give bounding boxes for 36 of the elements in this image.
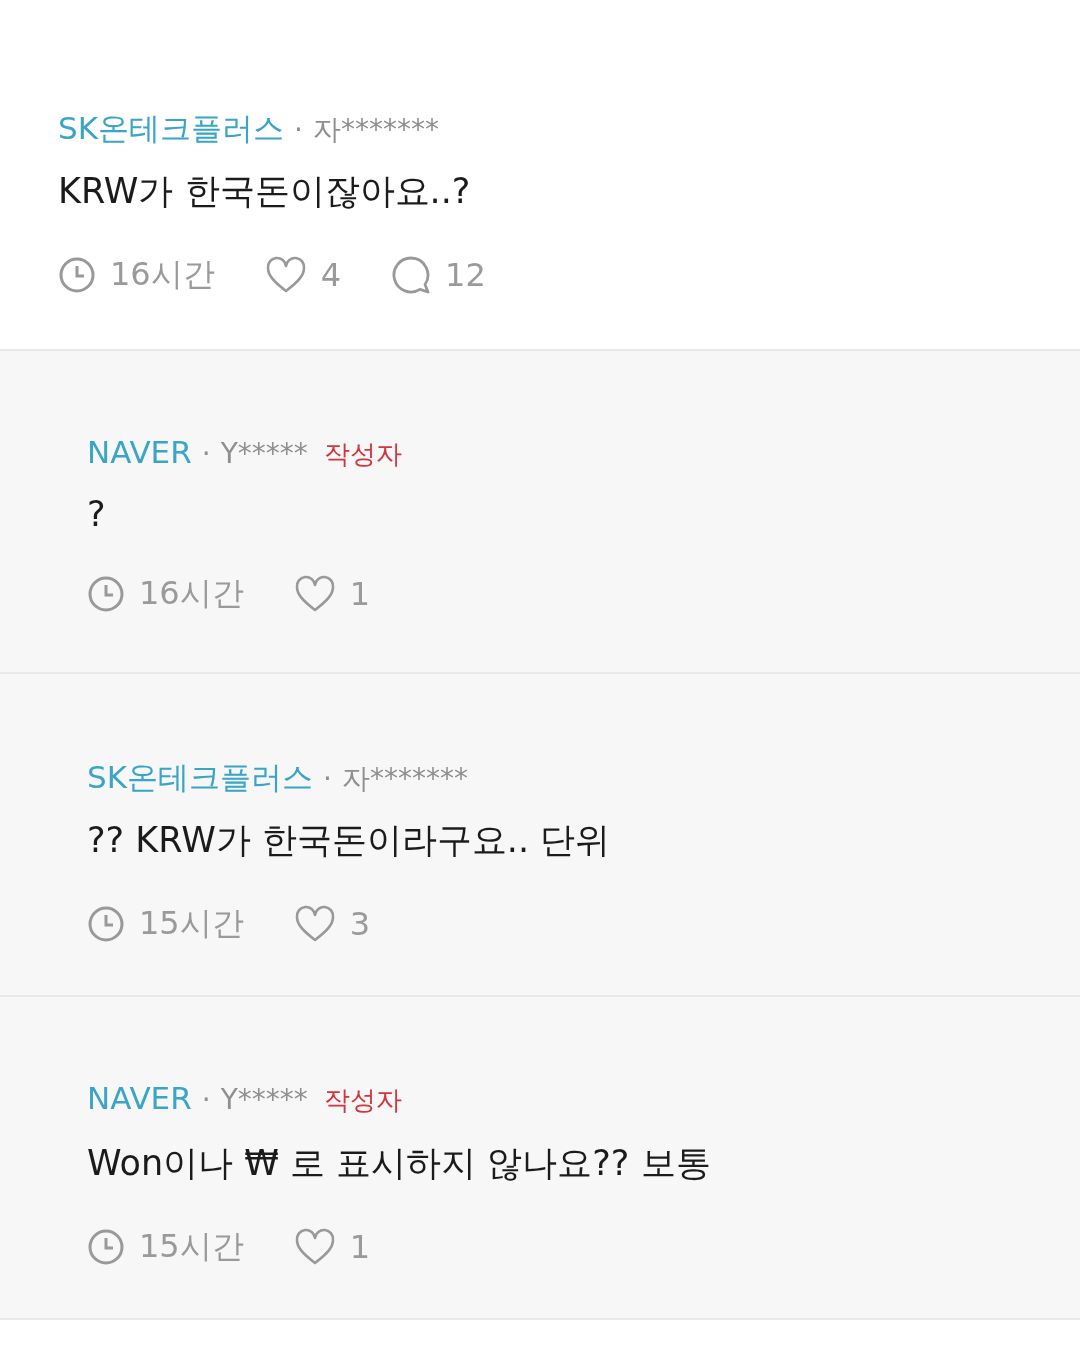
clock-icon [87,905,125,943]
user-name: Y***** [220,437,308,470]
user-name: 자******* [312,112,439,148]
heart-icon[interactable] [264,256,307,294]
comment-text: ?? KRW가 한국돈이라구요.. 단위 [87,819,612,862]
separator: · [294,113,303,146]
comment-text: Won이나 ₩ 로 표시하지 않나요?? 보통 [87,1142,712,1185]
like-count: 1 [349,575,371,613]
comment-text: ? [87,494,107,534]
user-name: Y***** [220,1083,308,1116]
separator: · [323,762,332,795]
author-label: 작성자 [323,1084,402,1117]
clock-icon [87,1228,125,1266]
company-name: SK온테크플러스 [58,109,284,148]
time-label: 16시간 [110,254,215,295]
clock-icon [87,575,125,613]
heart-icon[interactable] [293,575,336,613]
time-label: 16시간 [139,573,244,614]
company-name: NAVER [87,1080,192,1116]
heart-icon[interactable] [293,1228,336,1266]
user-name: 자******* [341,761,468,797]
reply-count: 12 [445,256,486,294]
comment-text: KRW가 한국돈이잖아요..? [58,170,472,213]
company-name: SK온테크플러스 [87,758,313,797]
like-count: 4 [320,256,342,294]
author-label: 작성자 [323,438,402,471]
like-count: 3 [349,905,371,943]
time-label: 15시간 [139,903,244,944]
speech-bubble-icon[interactable] [391,255,432,295]
time-label: 15시간 [139,1226,244,1267]
separator: · [201,437,211,470]
heart-icon[interactable] [293,905,336,943]
company-name: NAVER [87,434,192,470]
clock-icon [58,256,96,294]
like-count: 1 [349,1228,371,1266]
separator: · [201,1083,211,1116]
